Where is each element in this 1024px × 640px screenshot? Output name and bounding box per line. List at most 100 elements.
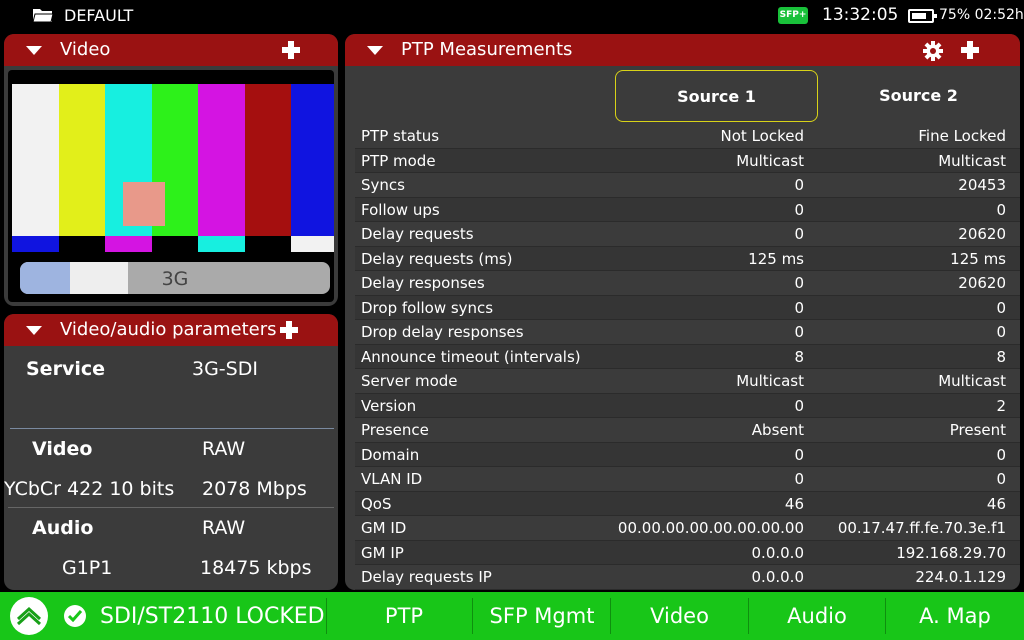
audio-group: G1P1 <box>62 557 113 579</box>
audio-label: Audio <box>32 517 94 539</box>
table-row: Presence Absent Present <box>355 418 1020 443</box>
lock-status: SDI/ST2110 LOCKED <box>64 592 325 640</box>
audio-value: RAW <box>202 517 246 539</box>
row-label: Presence <box>361 421 429 439</box>
source-1-value: 0 <box>794 176 804 194</box>
source-2-tab[interactable]: Source 2 <box>817 70 1020 122</box>
service-value: 3G-SDI <box>192 358 258 380</box>
source-2-value: 20620 <box>958 225 1006 243</box>
source-2-value: 0 <box>996 298 1006 317</box>
source-2-value: Multicast <box>938 372 1006 390</box>
source-1-value: 0 <box>794 323 804 341</box>
source-1-value: 8 <box>794 347 804 366</box>
video-value: RAW <box>202 438 246 460</box>
row-label: GM IP <box>361 543 404 562</box>
table-row: Announce timeout (intervals) 8 8 <box>355 344 1020 369</box>
table-row: Domain 0 0 <box>355 442 1020 467</box>
tab-audio[interactable]: Audio <box>749 592 885 640</box>
folder-icon[interactable] <box>32 6 54 24</box>
row-label: QoS <box>361 494 392 513</box>
sfp-badge: SFP+ <box>778 7 808 24</box>
source-1-value: 0 <box>794 225 804 243</box>
ptp-table: PTP status Not Locked Fine Locked PTP mode M… <box>355 124 1020 590</box>
row-label: Delay requests (ms) <box>361 249 513 268</box>
row-label: Syncs <box>361 176 405 194</box>
table-row: Follow ups 0 0 <box>355 197 1020 222</box>
table-row: PTP status Not Locked Fine Locked <box>355 124 1020 149</box>
tab-sfp-mgmt[interactable]: SFP Mgmt <box>474 592 610 640</box>
tab-audio-map[interactable]: A. Map <box>886 592 1024 640</box>
table-row: Syncs 0 20453 <box>355 173 1020 198</box>
source-1-value: 0 <box>794 445 804 464</box>
tab-video[interactable]: Video <box>611 592 748 640</box>
source-1-value: Multicast <box>736 372 804 390</box>
pluge-square <box>123 182 165 226</box>
source-2-value: 224.0.1.129 <box>915 568 1006 586</box>
table-row: Drop follow syncs 0 0 <box>355 295 1020 320</box>
table-row: Delay requests (ms) 125 ms 125 ms <box>355 246 1020 271</box>
video-panel-header[interactable]: Video <box>4 34 338 66</box>
table-row: GM IP 0.0.0.0 192.168.29.70 <box>355 540 1020 565</box>
source-1-value: 0 <box>794 274 804 292</box>
source-1-value: 0 <box>794 396 804 415</box>
row-label: Delay requests <box>361 225 474 243</box>
source-2-value: 2 <box>996 396 1006 415</box>
row-label: Version <box>361 396 417 415</box>
gear-icon[interactable] <box>923 41 943 61</box>
source-1-value: 0.0.0.0 <box>751 568 804 586</box>
add-icon[interactable] <box>282 41 300 59</box>
source-2-value: Present <box>949 421 1006 439</box>
row-label: Drop delay responses <box>361 323 524 341</box>
source-1-value: 0 <box>794 298 804 317</box>
battery-status: 75% 02:52h <box>939 7 1024 23</box>
table-row: Server mode Multicast Multicast <box>355 369 1020 394</box>
row-label: Follow ups <box>361 200 440 219</box>
row-label: Delay requests IP <box>361 568 492 586</box>
source-2-value: 125 ms <box>950 249 1006 268</box>
color-sub-bar <box>198 236 245 252</box>
row-label: Server mode <box>361 372 458 390</box>
check-icon <box>64 605 86 627</box>
video-audio-params-panel: Video/audio parameters Service 3G-SDI Vi… <box>4 314 338 590</box>
battery-icon <box>908 9 937 23</box>
add-icon[interactable] <box>961 41 979 59</box>
collapse-caret-icon[interactable] <box>367 46 383 55</box>
row-label: Delay responses <box>361 274 485 292</box>
color-sub-bars <box>12 236 334 252</box>
tab-ptp[interactable]: PTP <box>334 592 474 640</box>
source-1-value: 0 <box>794 200 804 219</box>
collapse-caret-icon[interactable] <box>26 46 42 55</box>
source-2-value: Multicast <box>938 151 1006 170</box>
params-panel-header[interactable]: Video/audio parameters <box>4 314 338 346</box>
ptp-panel-title: PTP Measurements <box>401 39 573 60</box>
source-1-value: Multicast <box>736 151 804 170</box>
bottom-nav-bar: SDI/ST2110 LOCKED PTP SFP Mgmt Video Aud… <box>0 592 1024 640</box>
collapse-caret-icon[interactable] <box>26 326 42 335</box>
ptp-panel-header[interactable]: PTP Measurements <box>345 34 1020 66</box>
source-2-value: 192.168.29.70 <box>896 543 1006 562</box>
table-row: Delay requests IP 0.0.0.0 224.0.1.129 <box>355 565 1020 590</box>
source-2-value: 0 <box>996 200 1006 219</box>
source-1-value: Absent <box>751 421 804 439</box>
home-button[interactable] <box>10 597 48 635</box>
source-1-value: Not Locked <box>720 127 804 145</box>
row-label: PTP status <box>361 127 440 145</box>
source-2-value: 00.17.47.ff.fe.70.3e.f1 <box>837 519 1006 537</box>
add-icon[interactable] <box>280 321 298 339</box>
table-row: GM ID 00.00.00.00.00.00.00.00 00.17.47.ff.… <box>355 516 1020 541</box>
row-label: Drop follow syncs <box>361 298 494 317</box>
home-icon <box>16 606 42 626</box>
clock: 13:32:05 <box>822 5 899 25</box>
color-bar <box>12 84 59 236</box>
source-2-value: 8 <box>996 347 1006 366</box>
table-row: Delay requests 0 20620 <box>355 222 1020 247</box>
source-1-tab[interactable]: Source 1 <box>615 70 818 122</box>
color-sub-bar <box>105 236 152 252</box>
video-rate-value: 2078 Mbps <box>202 478 307 500</box>
video-format-indicator: 3G <box>20 262 330 294</box>
preset-name[interactable]: DEFAULT <box>64 6 133 25</box>
source-2-value: Fine Locked <box>918 127 1006 145</box>
source-2-value: 0 <box>996 323 1006 341</box>
color-sub-bar <box>151 236 199 252</box>
color-bar <box>291 84 334 236</box>
